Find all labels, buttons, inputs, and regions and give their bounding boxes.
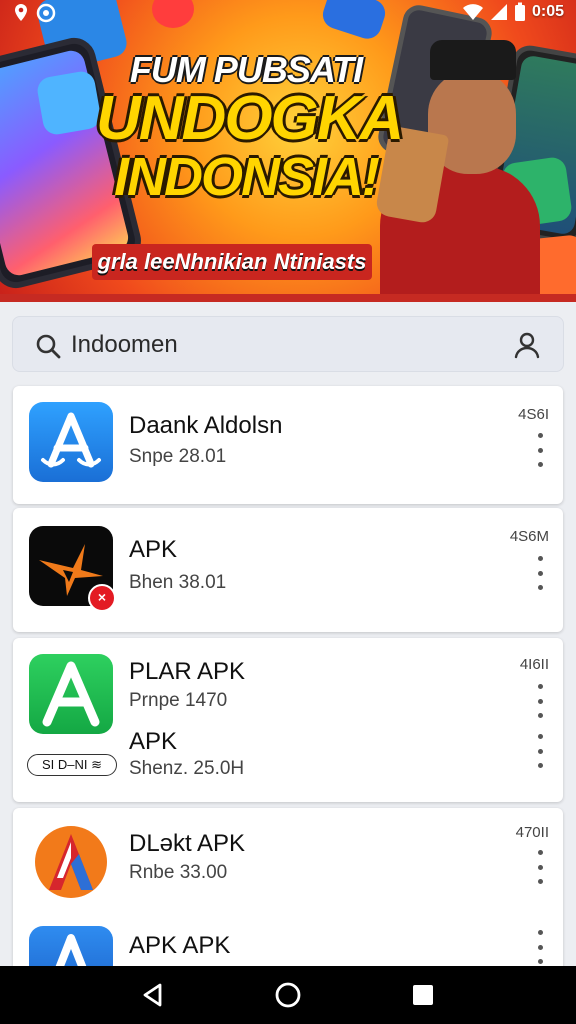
app-subtitle: Rnbe 33.00 [129,862,228,883]
headline-line-2: UNDOGKA [96,84,404,153]
banner-divider [0,294,576,302]
app-subtitle: Prnpe 1470 [129,690,228,711]
overflow-menu-icon[interactable] [533,684,547,718]
back-icon[interactable] [138,980,168,1010]
floating-app-tile [35,69,103,137]
list-item[interactable]: Daank Aldolsn Snpe 28.01 4S6I [13,386,563,504]
headline-line-3: INDONSIA! [114,147,380,207]
list-item[interactable]: × APK Bhen 38.01 4S6M [13,508,563,632]
app-rating: 4S6M [509,528,549,545]
banner-tagline: grla leeNhnikian Ntiniasts [92,244,372,280]
app-title: APK [129,536,178,563]
search-bar[interactable] [12,316,564,372]
home-icon[interactable] [273,980,303,1010]
battery-icon [514,2,525,21]
app-icon [29,654,113,734]
app-title: PLAR APK [129,658,246,685]
overflow-menu-icon[interactable] [533,930,547,964]
overflow-menu-icon[interactable] [533,556,547,590]
app-icon [29,820,113,900]
promo-banner[interactable]: FUM PUBSATI UNDOGKA INDONSIA! grla leeNh… [0,0,576,302]
app-rating: 4S6I [518,406,549,423]
overflow-menu-icon[interactable] [533,734,547,768]
list-item[interactable]: DLəkt APK Rnbe 33.00 APK APK 470II [13,808,563,978]
headline-line-1: FUM PUBSATI [129,49,363,90]
search-input[interactable] [71,329,381,361]
status-bar: 0:05 [0,0,576,26]
user-icon[interactable] [513,331,541,359]
location-icon [15,4,27,21]
overflow-menu-icon[interactable] [533,850,547,884]
app-rating: 470II [515,824,549,841]
app-subtitle: Snpe 28.01 [129,446,227,467]
app-icon [29,402,113,482]
search-icon[interactable] [35,333,61,359]
app-rating: 4I6II [519,656,549,673]
overflow-menu-icon[interactable] [533,433,547,467]
app-subtitle-secondary: Shenz. 25.0H [129,758,245,779]
clock: 0:05 [531,3,564,20]
app-title-secondary: APK [129,728,178,755]
notification-icon [36,3,56,23]
banner-headline: FUM PUBSATI UNDOGKA INDONSIA! [96,49,404,207]
signal-icon [490,4,507,20]
app-tag-badge: SI D–NI ≋ [27,754,117,776]
list-item[interactable]: SI D–NI ≋ PLAR APK Prnpe 1470 APK Shenz.… [13,638,563,802]
app-subtitle: Bhen 38.01 [129,572,227,593]
app-title: Daank Aldolsn [129,412,283,439]
wifi-icon [462,4,483,20]
recents-icon[interactable] [408,980,438,1010]
notification-badge: × [88,584,116,612]
navigation-bar [0,966,576,1024]
app-title: DLəkt APK [129,830,246,857]
app-title-secondary: APK APK [129,932,231,959]
